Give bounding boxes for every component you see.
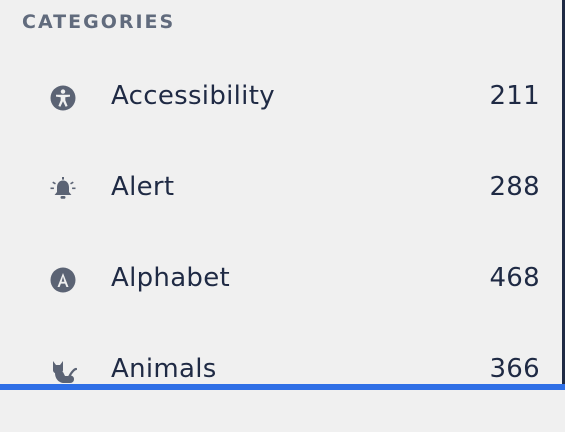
categories-panel: CATEGORIES Accessibility 211 Alert 288 A… — [0, 0, 565, 390]
category-count: 211 — [489, 81, 540, 111]
category-item-alphabet[interactable]: Alphabet 468 — [0, 250, 562, 341]
category-count: 288 — [489, 172, 540, 202]
bell-icon — [48, 174, 78, 204]
category-label: Animals — [111, 354, 217, 384]
accent-bar — [0, 384, 565, 390]
category-label: Alphabet — [111, 263, 231, 293]
category-item-alert[interactable]: Alert 288 — [0, 159, 562, 250]
category-count: 366 — [489, 354, 540, 384]
category-label: Alert — [111, 172, 175, 202]
accessibility-icon — [48, 83, 78, 113]
category-item-accessibility[interactable]: Accessibility 211 — [0, 68, 562, 159]
category-list: Accessibility 211 Alert 288 Alphabet 468… — [0, 68, 562, 432]
category-count: 468 — [489, 263, 540, 293]
categories-heading: CATEGORIES — [22, 11, 176, 33]
category-label: Accessibility — [111, 81, 275, 111]
cat-icon — [48, 356, 78, 386]
letter-a-icon — [48, 265, 78, 295]
